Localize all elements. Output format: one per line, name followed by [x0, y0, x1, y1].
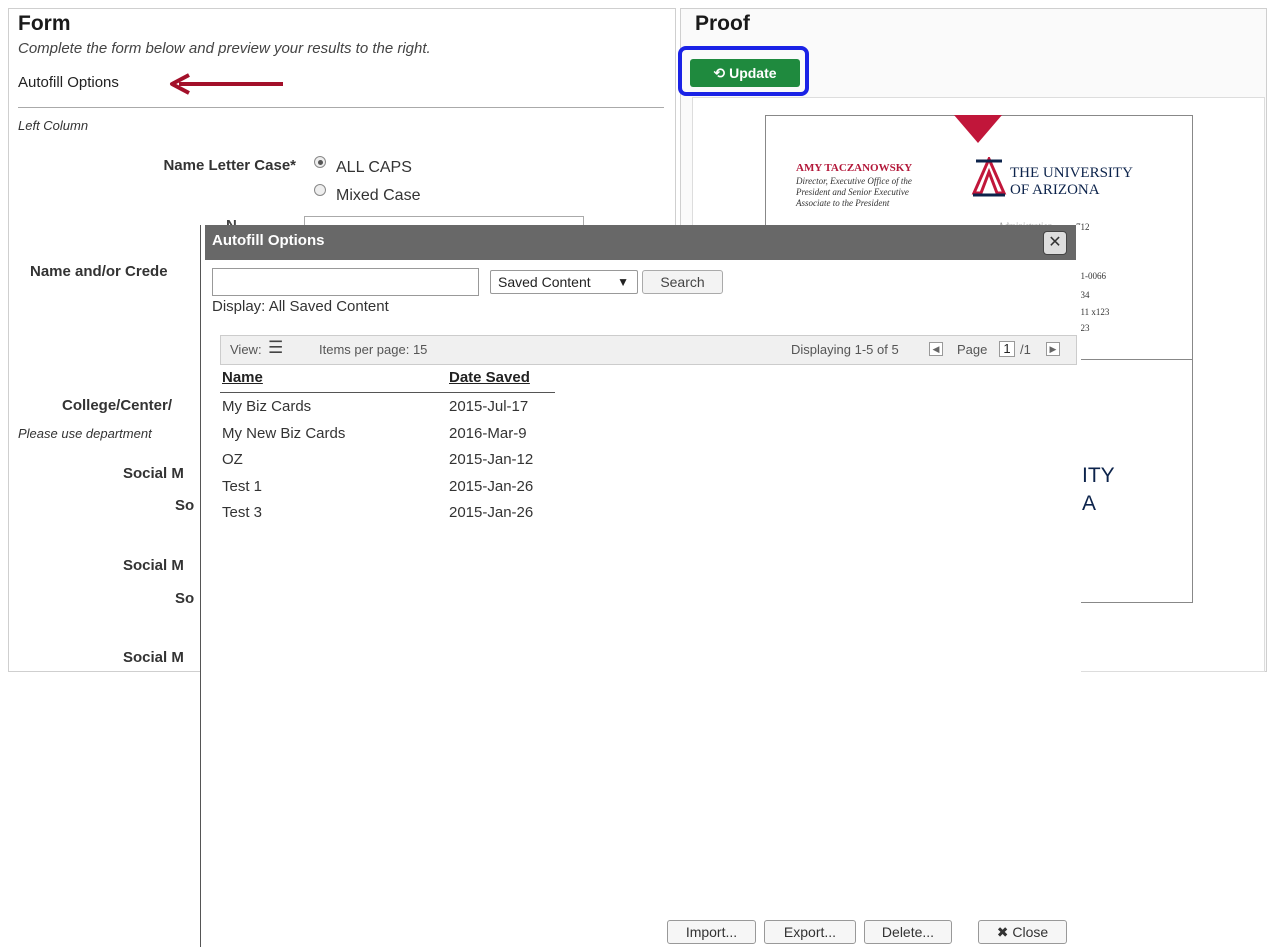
left-arrow-annotation-icon [170, 73, 283, 95]
form-subtitle: Complete the form below and preview your… [18, 40, 431, 57]
dialog-header [205, 225, 1076, 260]
card-triangle-mark [954, 115, 1002, 143]
table-row-name[interactable]: Test 1 [222, 478, 262, 495]
table-row-date: 2015-Jul-17 [449, 398, 529, 415]
update-button-highlight [678, 46, 809, 96]
social-media-3-label: Social M [123, 649, 184, 666]
autofill-options-dialog [200, 225, 1081, 947]
export-button[interactable]: Export... [764, 920, 856, 944]
mixed-case-radio-label: Mixed Case [336, 187, 421, 204]
mixed-case-radio[interactable] [314, 184, 326, 196]
close-button[interactable]: ✖ Close [978, 920, 1067, 944]
list-view-icon[interactable]: ☰ [268, 338, 283, 358]
content-type-select-value: Saved Content [498, 274, 591, 290]
card-x123-fragment: 611 x123 [1076, 307, 1110, 317]
form-divider [18, 107, 664, 108]
table-row-name[interactable]: Test 3 [222, 504, 262, 521]
close-button-label: Close [1012, 924, 1049, 940]
card-university-line-2: OF ARIZONA [1010, 182, 1100, 198]
column-header-name[interactable]: Name [222, 369, 263, 386]
all-caps-radio-label: ALL CAPS [336, 159, 412, 176]
social-media-2-label: Social M [123, 557, 184, 574]
card-back-a-fragment: A [1082, 492, 1097, 515]
name-credentials-label: Name and/or Crede [30, 263, 168, 280]
table-row-date: 2015-Jan-26 [449, 504, 534, 521]
items-per-page-label[interactable]: Items per page: 15 [319, 342, 427, 357]
table-row-date: 2015-Jan-26 [449, 478, 534, 495]
social-media-2-sub-label: So [175, 590, 195, 607]
social-media-1-label: Social M [123, 465, 184, 482]
department-note: Please use department [18, 426, 152, 441]
autofill-options-link[interactable]: Autofill Options [18, 74, 119, 91]
display-filter-label: Display: All Saved Content [212, 298, 389, 315]
dialog-title: Autofill Options [212, 232, 325, 249]
delete-button[interactable]: Delete... [864, 920, 952, 944]
table-row-name[interactable]: My New Biz Cards [222, 425, 345, 442]
card-title-line-2: President and Senior Executive [796, 187, 909, 197]
card-university-line-1: THE UNIVERSITY [1010, 165, 1133, 181]
import-button[interactable]: Import... [667, 920, 756, 944]
table-header-rule [220, 392, 555, 393]
page-number-input[interactable]: 1 [999, 341, 1015, 357]
page-total-label: /1 [1020, 342, 1031, 357]
prev-page-icon[interactable]: ◀ [929, 342, 943, 356]
page-label: Page [957, 342, 988, 357]
select-caret-icon: ▼ [617, 275, 629, 289]
card-back-ity-fragment: ITY [1082, 464, 1115, 487]
table-row-date: 2016-Mar-9 [449, 425, 527, 442]
table-row-name[interactable]: OZ [222, 451, 243, 468]
form-title: Form [18, 12, 71, 35]
card-name: AMY TACZANOWSKY [796, 162, 913, 174]
content-type-select[interactable]: Saved Content ▼ [490, 270, 638, 294]
ua-logo-icon [971, 157, 1007, 197]
table-row-name[interactable]: My Biz Cards [222, 398, 311, 415]
table-row-date: 2015-Jan-12 [449, 451, 534, 468]
card-title-line-3: Associate to the President [796, 198, 890, 208]
college-center-label: College/Center/ [62, 397, 173, 414]
search-input[interactable] [212, 268, 479, 296]
displaying-count-label: Displaying 1-5 of 5 [791, 342, 899, 357]
card-title-line-1: Director, Executive Office of the [796, 176, 912, 186]
next-page-icon[interactable]: ▶ [1046, 342, 1060, 356]
column-header-date-saved[interactable]: Date Saved [449, 369, 530, 386]
left-column-label: Left Column [18, 118, 89, 133]
all-caps-radio[interactable] [314, 156, 326, 168]
view-label: View: [230, 342, 262, 357]
social-media-1-sub-label: So [175, 497, 195, 514]
close-icon: ✖ [996, 924, 1009, 940]
close-icon[interactable]: ✕ [1043, 231, 1067, 255]
search-button[interactable]: Search [642, 270, 723, 294]
name-letter-case-label: Name Letter Case* [163, 157, 296, 174]
proof-title: Proof [695, 12, 750, 35]
